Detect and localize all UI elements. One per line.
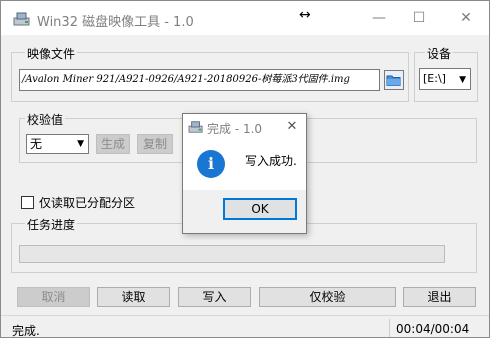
completion-dialog: 完成 - 1.0 ✕ i 写入成功. OK [182,113,307,234]
device-label: 设备 [425,45,454,62]
read-button[interactable]: 读取 [97,287,170,307]
folder-icon [386,75,401,86]
dialog-title-bar[interactable]: 完成 - 1.0 ✕ [183,114,306,140]
device-value: [E:\] [423,72,446,85]
image-file-label: 映像文件 [25,45,78,62]
disk-imager-app-icon [188,121,203,133]
resize-cursor-icon: ↔ [299,7,311,23]
status-elapsed-time: 00:04/00:04 [396,322,470,336]
title-bar[interactable]: Win32 磁盘映像工具 - 1.0 ↔ — ☐ ✕ [1,1,489,35]
info-icon: i [197,150,225,178]
hash-type-value: 无 [30,137,43,151]
hash-type-select[interactable]: 无 ▼ [26,134,89,154]
device-select[interactable]: [E:\] ▼ [419,68,471,90]
cancel-button[interactable]: 取消 [17,287,90,307]
status-divider [389,319,390,337]
chevron-down-icon: ▼ [77,139,84,149]
chevron-down-icon: ▼ [459,75,466,85]
read-only-allocated-checkbox[interactable] [21,196,34,209]
image-file-path-input[interactable]: /Avalon Miner 921/A921-0926/A921-2018092… [19,69,380,91]
verify-only-button[interactable]: 仅校验 [259,287,396,307]
write-button[interactable]: 写入 [178,287,251,307]
minimize-button[interactable]: — [359,5,399,31]
task-progress-bar [19,245,445,263]
browse-folder-button[interactable] [384,70,404,90]
dialog-close-button[interactable]: ✕ [282,116,302,138]
generate-hash-button[interactable]: 生成 [96,134,130,154]
exit-button[interactable]: 退出 [403,287,476,307]
ok-button[interactable]: OK [223,198,297,220]
hash-label: 校验值 [25,111,66,128]
disk-imager-app-icon [13,12,30,26]
status-text: 完成. [12,324,40,338]
dialog-title: 完成 - 1.0 [207,122,263,136]
read-only-allocated-label: 仅读取已分配分区 [39,196,136,210]
dialog-message: 写入成功. [245,154,297,168]
progress-label: 任务进度 [25,216,78,233]
close-button[interactable]: ✕ [446,5,486,31]
dialog-body: i 写入成功. [183,140,306,190]
status-bar: 完成. 00:04/00:04 [1,315,489,339]
maximize-button[interactable]: ☐ [399,5,439,31]
copy-hash-button[interactable]: 复制 [137,134,173,154]
window-title: Win32 磁盘映像工具 - 1.0 [37,15,194,30]
